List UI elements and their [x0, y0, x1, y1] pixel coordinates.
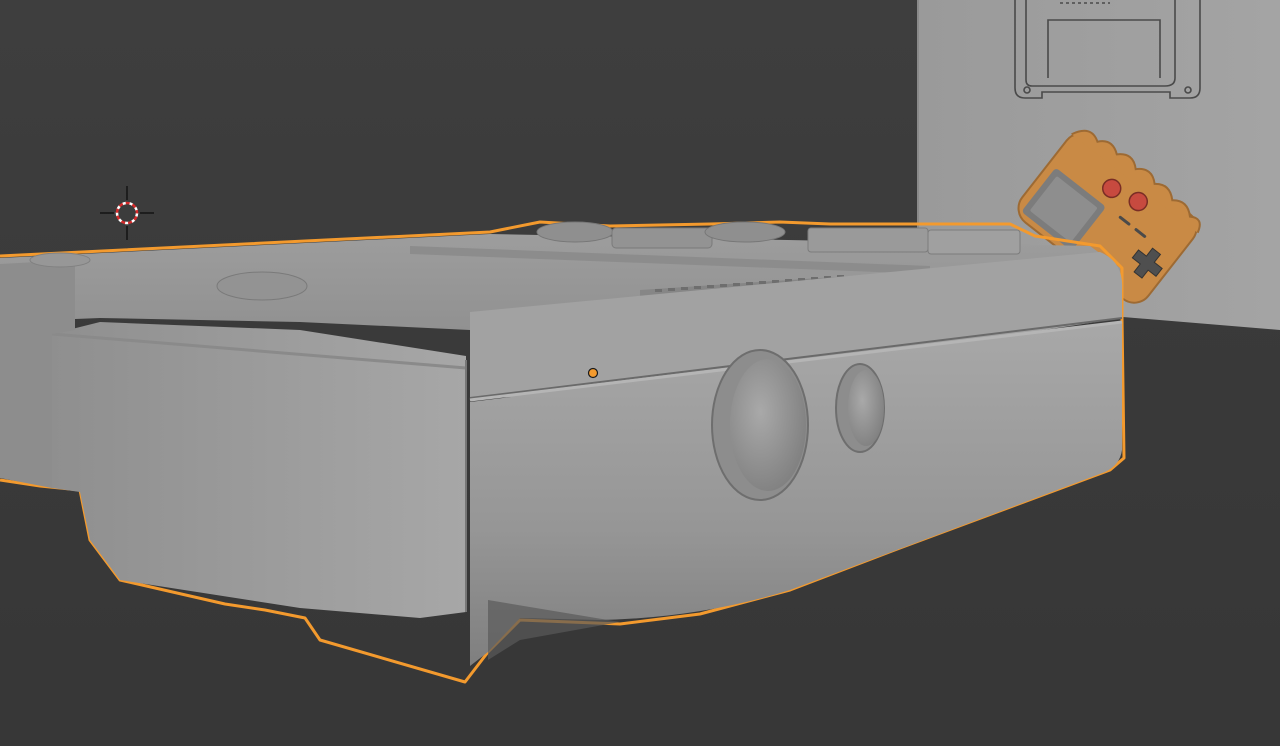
object-origin-icon: [587, 367, 599, 379]
knob-small: [835, 363, 885, 453]
viewport-canvas[interactable]: [0, 0, 1280, 746]
knob-large: [711, 349, 809, 501]
3d-viewport[interactable]: [0, 0, 1280, 746]
